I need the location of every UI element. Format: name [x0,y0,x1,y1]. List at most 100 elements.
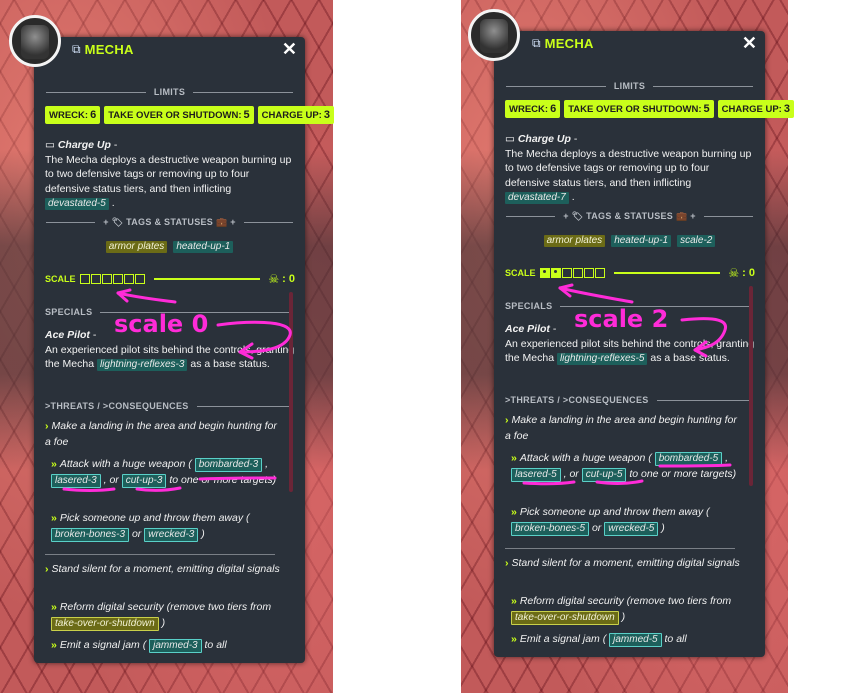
threat-item: › Stand silent for a moment, emitting dig… [45,563,280,575]
charge-up-move: ▭ Charge Up - The Mecha deploys a destru… [45,139,292,210]
divider [45,554,275,555]
tags-row: armor plates heated-up-1 [34,241,305,253]
external-link-icon[interactable]: ⧉ [532,36,541,51]
consequence-item: » Pick someone up and throw them away ( b… [51,512,250,542]
scale-box[interactable] [112,274,123,284]
mecha-avatar[interactable] [9,15,61,67]
scale-box[interactable] [79,274,90,284]
consequence-item: » Reform digital security (remove two tie… [511,595,732,625]
scale-box[interactable] [90,274,101,284]
plus-icon[interactable]: + [103,217,109,227]
status-tag[interactable]: jammed-5 [609,633,662,647]
card-title: MECHA [544,35,594,51]
consequence-item: » Emit a signal jam ( jammed-3 to all [51,639,227,653]
charge-up-move: ▭ Charge Up - The Mecha deploys a destru… [505,133,752,204]
battery-icon: ▭ [45,139,55,151]
divider [505,548,735,549]
external-link-icon[interactable]: ⧉ [72,42,81,57]
limit-badge[interactable]: TAKE OVER OR SHUTDOWN: 5 [564,100,714,118]
card-title: MECHA [84,41,134,57]
status-tag[interactable]: devastated-5 [45,198,109,210]
threat-item: › Make a landing in the area and begin hu… [505,414,737,442]
limits-header: LIMITS [46,87,294,97]
story-tag[interactable]: take-over-or-shutdown [511,610,619,625]
status-tag[interactable]: broken-bones-5 [511,521,590,536]
story-tag[interactable]: armor plates [543,235,606,247]
status-tag[interactable]: broken-bones-3 [51,527,130,542]
consequence-item: » Attack with a huge weapon ( bombarded-3… [51,458,277,488]
threat-arrow-icon: › [45,420,49,432]
close-icon[interactable]: ✕ [742,34,757,52]
tag-icon: 🏷 [111,217,124,227]
briefcase-icon: 💼 [675,211,688,221]
limit-badge[interactable]: WRECK: 6 [45,106,101,124]
scrollbar[interactable] [289,292,293,492]
consequence-item: » Emit a signal jam ( jammed-5 to all [511,633,687,647]
scale-box[interactable] [561,268,572,278]
limits-row: WRECK: 6 TAKE OVER OR SHUTDOWN: 5 CHARGE U… [505,100,794,118]
consequence-arrow-icon: » [51,512,57,524]
status-tag[interactable]: lasered-5 [511,467,561,482]
status-tag[interactable]: lightning-reflexes-5 [556,353,648,365]
consequence-item: » Reform digital security (remove two tie… [51,601,272,631]
card-header: ⧉ MECHA ✕ [72,37,297,61]
status-tag[interactable]: wrecked-3 [144,527,199,542]
briefcase-icon: 💼 [215,217,228,227]
scale-row: SCALE ☠ : 0 [505,266,755,280]
scale-row: SCALE ☠ : 0 [45,272,295,286]
mecha-card-left: ⧉ MECHA ✕ LIMITS WRECK: 6 TAKE OVER OR SH… [34,37,334,663]
consequence-arrow-icon: » [511,452,517,464]
scale-box-filled[interactable] [539,268,550,278]
story-tag[interactable]: armor plates [105,241,168,253]
plus-icon[interactable]: + [690,211,696,221]
threat-arrow-icon: › [505,557,509,569]
scale-box[interactable] [134,274,145,284]
status-tag[interactable]: heated-up-1 [611,235,672,247]
tag-icon: 🏷 [571,211,584,221]
status-tag[interactable]: scale-2 [677,235,716,247]
annotation-text: scale 0 [114,310,209,338]
threat-item: › Make a landing in the area and begin hu… [45,420,277,448]
status-tag[interactable]: cut-up-3 [121,473,167,488]
status-tag[interactable]: heated-up-1 [173,241,234,253]
scale-box[interactable] [572,268,583,278]
limit-badge[interactable]: CHARGE UP: 3 [717,100,794,118]
mecha-avatar[interactable] [468,9,520,61]
limit-badge[interactable]: WRECK: 6 [505,100,561,118]
status-tag[interactable]: wrecked-5 [604,521,659,536]
status-tag[interactable]: lightning-reflexes-3 [96,359,188,371]
close-icon[interactable]: ✕ [282,40,297,58]
limits-header: LIMITS [506,81,754,91]
consequence-item: » Pick someone up and throw them away ( b… [511,506,710,536]
threats-header: >THREATS / >CONSEQUENCES [505,395,753,405]
skull-icon: ☠ [728,266,740,280]
status-tag[interactable]: cut-up-5 [581,467,627,482]
tags-header: + 🏷 TAGS & STATUSES 💼 + [46,217,294,228]
plus-icon[interactable]: + [230,217,236,227]
status-tag[interactable]: devastated-7 [505,192,569,204]
plus-icon[interactable]: + [563,211,569,221]
threat-arrow-icon: › [505,414,509,426]
status-tag[interactable]: bombarded-3 [194,458,263,472]
threat-arrow-icon: › [45,563,49,575]
scrollbar[interactable] [749,286,753,486]
status-tag[interactable]: bombarded-5 [654,452,723,466]
threat-item: › Stand silent for a moment, emitting dig… [505,557,740,569]
mecha-card-right: ⧉ MECHA ✕ LIMITS WRECK: 6 TAKE OVER OR SH… [494,31,794,657]
scale-box[interactable] [101,274,112,284]
limit-badge[interactable]: CHARGE UP: 3 [257,106,334,124]
scale-box[interactable] [594,268,605,278]
status-tag[interactable]: lasered-3 [51,473,101,488]
status-tag[interactable]: jammed-3 [149,639,202,653]
scale-box[interactable] [123,274,134,284]
scale-box[interactable] [583,268,594,278]
battery-icon: ▭ [505,133,515,145]
consequence-arrow-icon: » [511,595,517,607]
limit-badge[interactable]: TAKE OVER OR SHUTDOWN: 5 [104,106,254,124]
consequence-arrow-icon: » [511,506,517,518]
tags-row: armor plates heated-up-1 scale-2 [494,235,765,247]
consequence-arrow-icon: » [51,458,57,470]
scale-box-filled[interactable] [550,268,561,278]
story-tag[interactable]: take-over-or-shutdown [51,616,159,631]
tags-header: + 🏷 TAGS & STATUSES 💼 + [506,211,754,222]
